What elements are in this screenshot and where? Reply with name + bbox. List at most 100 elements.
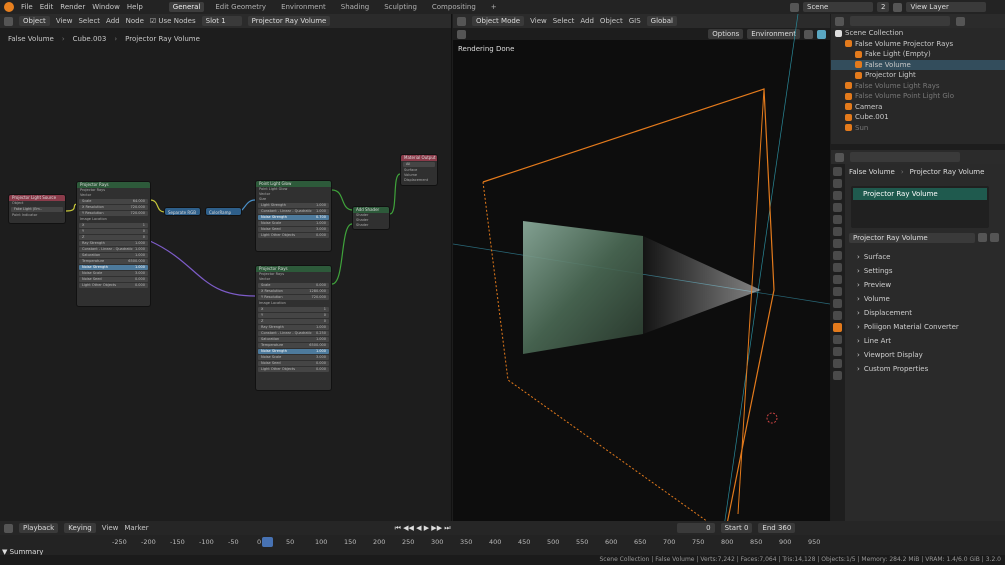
node-field[interactable]: Fake Light (Em.. (11, 207, 63, 212)
playback-menu[interactable]: Playback (19, 523, 59, 533)
editor-type-icon[interactable] (835, 16, 844, 26)
properties-tab-icon[interactable] (833, 299, 842, 308)
node-field[interactable]: X Resolution 1280.000 (258, 289, 329, 294)
properties-tab-icon[interactable] (833, 227, 842, 236)
menu-window[interactable]: Window (92, 3, 120, 11)
node-material-output[interactable]: Material Output All Surface Volume Displ… (400, 154, 438, 186)
menu-help[interactable]: Help (127, 3, 143, 11)
menu-view[interactable]: View (102, 524, 119, 532)
node-field[interactable]: Scale 0.000 (258, 283, 329, 288)
material-slot-list[interactable]: Projector Ray Volume (851, 186, 989, 228)
add-workspace-button[interactable]: + (487, 2, 501, 12)
timeline-ruler[interactable]: -250 -200 -150 -100 -50 0 50 100 150 200 250 300 350… (112, 538, 832, 548)
section-surface[interactable]: › Surface (845, 250, 1005, 264)
properties-editor[interactable]: False Volume › Projector Ray Volume Proj… (831, 150, 1005, 521)
end-field[interactable]: End 360 (758, 523, 796, 533)
properties-tab-icon[interactable] (833, 167, 842, 176)
outliner-item[interactable]: Camera (831, 102, 1005, 113)
keying-menu[interactable]: Keying (64, 523, 96, 533)
node-field[interactable]: Light Other Objects 0.000 (258, 233, 329, 238)
outliner-item[interactable]: False Volume (831, 59, 1005, 70)
outliner-item[interactable]: Sun (831, 123, 1005, 134)
current-frame-field[interactable]: 0 (676, 523, 715, 533)
node-field[interactable]: Ray Strength 1.000 (79, 241, 148, 246)
node-projector-rays-1[interactable]: Projector Rays Projector Rays Vector Scale… (76, 181, 151, 307)
node-field[interactable]: Z0 (258, 319, 329, 324)
node-field[interactable]: Scale 64.000 (79, 199, 148, 204)
node-field[interactable]: Z0 (79, 235, 148, 240)
duplicate-icon[interactable] (978, 233, 987, 242)
node-separate[interactable]: Separate RGB (164, 207, 201, 216)
menu-edit[interactable]: Edit (40, 3, 54, 11)
node-field[interactable]: X1 (258, 307, 329, 312)
outliner-item[interactable]: False Volume Light Rays (831, 81, 1005, 92)
section-line-art[interactable]: › Line Art (845, 334, 1005, 348)
outliner-item[interactable]: False Volume Point Light Glo (831, 91, 1005, 102)
blender-logo-icon[interactable] (4, 2, 14, 12)
editor-type-icon[interactable] (4, 523, 13, 533)
playhead[interactable] (262, 537, 273, 547)
properties-tab-icon[interactable] (833, 215, 842, 224)
node-texture-coordinate[interactable]: Projector Light Source Object Fake Light… (8, 194, 66, 224)
node-projector-rays-2[interactable]: Projector Rays Projector Rays Vector Scale… (255, 265, 332, 391)
node-field[interactable]: Noise Seed 0.000 (258, 361, 329, 366)
node-field[interactable]: Y Resolution 720.000 (258, 295, 329, 300)
material-name-field[interactable]: Projector Ray Volume (849, 232, 975, 243)
node-editor[interactable]: Object View Select Add Node ☑ Use Nodes … (0, 14, 452, 521)
properties-tab-icon[interactable] (833, 179, 842, 188)
properties-search[interactable] (850, 152, 960, 162)
tab-sculpting[interactable]: Sculpting (380, 2, 421, 12)
node-field[interactable]: All (403, 162, 435, 167)
properties-tab-icon[interactable] (833, 323, 842, 332)
node-field[interactable]: Noise Seed 0.000 (79, 277, 148, 282)
menu-marker[interactable]: Marker (124, 524, 148, 532)
playback-controls[interactable]: ⏮ ◀◀ ◀ ▶ ▶▶ ⏭ (395, 524, 451, 533)
node-field[interactable]: X Resolution 720.000 (79, 205, 148, 210)
node-field[interactable]: Constant - Linear - Quadratic 1.000 (258, 209, 329, 214)
node-field[interactable]: Noise Strength 0.700 (258, 215, 329, 220)
section-volume[interactable]: › Volume (845, 292, 1005, 306)
node-field[interactable]: Ray Strength 1.000 (258, 325, 329, 330)
tab-environment[interactable]: Environment (277, 2, 330, 12)
outliner-item[interactable]: Cube.001 (831, 112, 1005, 123)
properties-tab-icon[interactable] (833, 203, 842, 212)
node-point-light-glow[interactable]: Point Light Glow Point Light Glow Vector S… (255, 180, 332, 252)
properties-tab-icon[interactable] (833, 275, 842, 284)
section-viewport-display[interactable]: › Viewport Display (845, 348, 1005, 362)
section-poliigon-material-converter[interactable]: › Poliigon Material Converter (845, 320, 1005, 334)
node-field[interactable]: Saturation 1.000 (79, 253, 148, 258)
node-field[interactable]: Noise Scale 3.000 (79, 271, 148, 276)
node-field[interactable]: Noise Strength 1.000 (258, 349, 329, 354)
properties-tab-icon[interactable] (833, 359, 842, 368)
node-field[interactable]: Noise Seed 3.000 (258, 227, 329, 232)
outliner-item[interactable]: False Volume Projector Rays (831, 39, 1005, 50)
properties-tab-icon[interactable] (833, 347, 842, 356)
tab-edit-geometry[interactable]: Edit Geometry (211, 2, 270, 12)
outliner[interactable]: Scene Collection False Volume Projector … (831, 14, 1005, 144)
node-field[interactable]: Constant - Linear - Quadratic 1.000 (79, 247, 148, 252)
timeline[interactable]: Playback Keying View Marker ⏮ ◀◀ ◀ ▶ ▶▶ … (0, 521, 1005, 556)
properties-tab-icon[interactable] (833, 335, 842, 344)
tab-shading[interactable]: Shading (337, 2, 373, 12)
node-field[interactable]: Noise Strength 1.000 (79, 265, 148, 270)
viewport-3d[interactable]: Object Mode View Select Add Object GIS G… (453, 14, 830, 521)
properties-tab-icon[interactable] (833, 263, 842, 272)
node-field[interactable]: Y Resolution 720.000 (79, 211, 148, 216)
outliner-item[interactable]: Fake Light (Empty) (831, 49, 1005, 60)
node-field[interactable]: X1 (79, 223, 148, 228)
properties-tab-icon[interactable] (833, 287, 842, 296)
node-field[interactable]: Noise Scale 1.000 (258, 221, 329, 226)
section-preview[interactable]: › Preview (845, 278, 1005, 292)
node-field[interactable]: Temperature 6500.000 (79, 259, 148, 264)
start-field[interactable]: Start 0 (720, 523, 753, 533)
properties-tab-icon[interactable] (833, 191, 842, 200)
view-layer-field[interactable]: View Layer (906, 2, 987, 12)
properties-tab-icon[interactable] (833, 239, 842, 248)
material-slot-item[interactable]: Projector Ray Volume (853, 188, 987, 200)
properties-tab-icon[interactable] (833, 311, 842, 320)
section-displacement[interactable]: › Displacement (845, 306, 1005, 320)
node-field[interactable]: Y0 (79, 229, 148, 234)
outliner-search[interactable] (850, 16, 950, 26)
menu-render[interactable]: Render (60, 3, 85, 11)
editor-type-icon[interactable] (835, 152, 844, 162)
